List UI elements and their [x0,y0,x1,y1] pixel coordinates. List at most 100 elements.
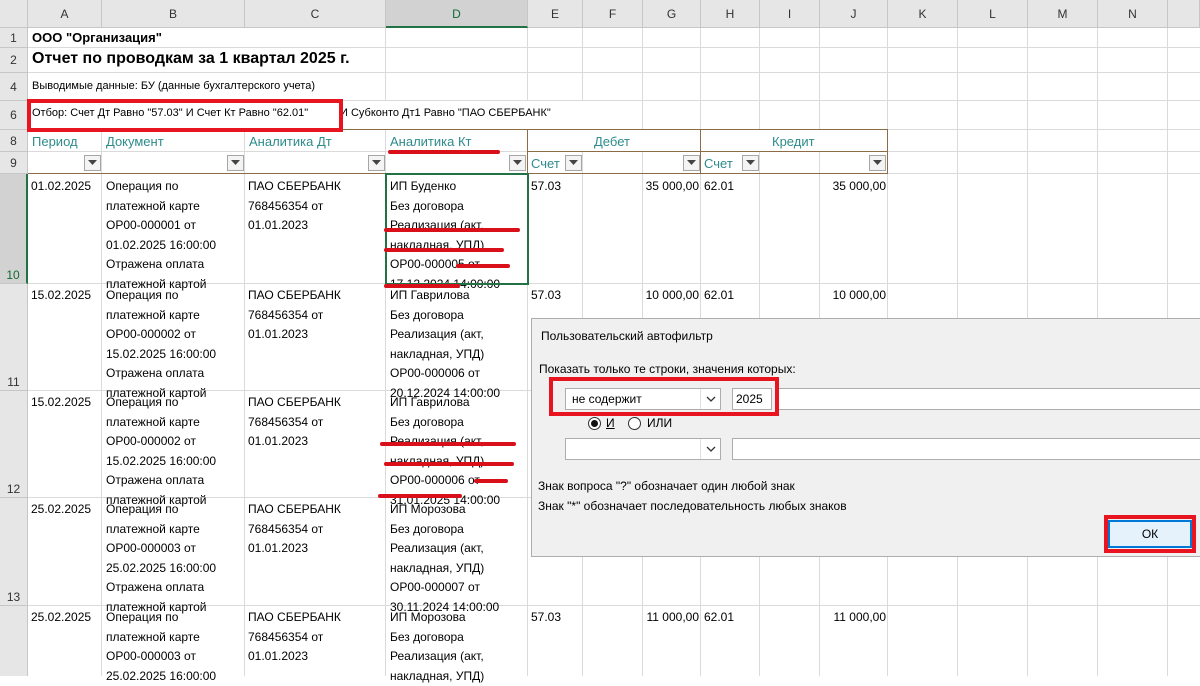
row-header-13[interactable]: 13 [0,498,28,606]
filter-dropdown-analytics-dt[interactable] [368,155,385,171]
filter-dropdown-debit-sum[interactable] [683,155,700,171]
chevron-down-icon [88,160,97,165]
cell-account-dt[interactable]: 57.03 [531,608,561,628]
table-border [887,129,888,174]
column-header-l[interactable]: L [958,0,1028,28]
header-account-kt: Счет [704,156,733,171]
chevron-down-icon [873,160,882,165]
condition1-value-input-extension[interactable] [775,388,1200,410]
cell-credit-sum[interactable]: 11 000,00 [760,608,887,628]
row-header-1[interactable]: 1 [0,28,28,48]
column-header-i[interactable]: I [760,0,820,28]
row-header-12[interactable]: 12 [0,391,28,498]
table-border [528,151,888,152]
annotation-box-filter [27,99,343,132]
row-header-4[interactable]: 4 [0,73,28,101]
annotation-underline [378,494,462,498]
cell-document[interactable]: Операция по платежной карте ОР00-000002 от… [106,393,216,510]
chevron-down-icon[interactable] [700,439,720,459]
cell-analytics-kt[interactable]: ИП Морозова Без договора Реализация (акт, н… [390,500,499,617]
cell-document[interactable]: Операция по платежной карте ОР00-000002 от… [106,286,216,403]
cell-analytics-kt[interactable]: ИП Гаврилова Без договора Реализация (акт,… [390,393,500,510]
row-header-9[interactable]: 9 [0,152,28,174]
header-analytics-dt: Аналитика Дт [249,134,332,149]
cell-account-kt[interactable]: 62.01 [704,177,734,197]
column-header-g[interactable]: G [643,0,701,28]
cell-period[interactable]: 15.02.2025 [31,286,91,306]
row-header-14[interactable] [0,606,28,676]
column-header-d[interactable]: D [386,0,528,28]
cell-debit-sum[interactable]: 35 000,00 [583,177,699,197]
radio-or-label[interactable]: ИЛИ [647,416,672,430]
cell-account-dt[interactable]: 57.03 [531,286,561,306]
cell-document[interactable]: Операция по платежной карте ОР00-000001 от… [106,177,216,294]
chevron-down-icon [687,160,696,165]
row-header-11[interactable]: 11 [0,284,28,391]
column-header-c[interactable]: C [245,0,386,28]
column-header-a[interactable]: A [28,0,102,28]
condition2-value-input[interactable] [732,438,1200,460]
column-header-m[interactable]: M [1028,0,1098,28]
cell-analytics-kt[interactable]: ИП Морозова Без договора Реализация (акт, н… [390,608,484,686]
chevron-down-icon [746,160,755,165]
dialog-prompt: Показать только те строки, значения кото… [539,362,796,376]
cell-credit-sum[interactable]: 35 000,00 [760,177,886,197]
cell-analytics-dt[interactable]: ПАО СБЕРБАНК 768456354 от 01.01.2023 [248,286,341,345]
filter-dropdown-document[interactable] [227,155,244,171]
column-header-f[interactable]: F [583,0,643,28]
filter-condition-subconto: И Субконто Дт1 Равно "ПАО СБЕРБАНК" [340,107,551,119]
chevron-down-icon [231,160,240,165]
cell-debit-sum[interactable]: 11 000,00 [583,608,700,628]
row-header-2[interactable]: 2 [0,48,28,73]
cell-account-kt[interactable]: 62.01 [704,286,734,306]
cell-debit-sum[interactable]: 10 000,00 [583,286,699,306]
cell-period[interactable]: 25.02.2025 [31,500,91,520]
cell-account-kt[interactable]: 62.01 [704,608,734,628]
cell-period[interactable]: 15.02.2025 [31,393,91,413]
header-account-dt: Счет [531,156,560,171]
data-shown-label: Выводимые данные: БУ (данные бухгалтерск… [32,80,315,92]
chevron-down-icon [569,160,578,165]
annotation-underline [380,442,516,446]
column-header-n[interactable]: N [1098,0,1168,28]
annotation-box-ok [1104,515,1196,553]
condition2-operator-select[interactable] [565,438,721,460]
radio-and-label[interactable]: И [606,416,615,430]
row-header-6[interactable]: 6 [0,101,28,130]
radio-and[interactable] [588,417,601,430]
cell-analytics-dt[interactable]: ПАО СБЕРБАНК 768456354 от 01.01.2023 [248,393,341,452]
cell-analytics-dt[interactable]: ПАО СБЕРБАНК 768456354 от 01.01.2023 [248,177,341,236]
cell-credit-sum[interactable]: 10 000,00 [760,286,886,306]
column-header-o[interactable] [1168,0,1200,28]
row-header-8[interactable]: 8 [0,130,28,152]
hint-asterisk: Знак "*" обозначает последовательность л… [538,499,847,513]
row-header-10[interactable]: 10 [0,174,28,284]
filter-dropdown-period[interactable] [84,155,101,171]
cell-analytics-dt[interactable]: ПАО СБЕРБАНК 768456354 от 01.01.2023 [248,608,341,667]
column-header-j[interactable]: J [820,0,888,28]
column-header-b[interactable]: B [102,0,245,28]
select-all-corner[interactable] [0,0,28,28]
org-name: ООО "Организация" [32,30,162,45]
annotation-underline [384,228,520,232]
annotation-underline [384,462,514,466]
annotation-underline [474,479,508,483]
cell-analytics-dt[interactable]: ПАО СБЕРБАНК 768456354 от 01.01.2023 [248,500,341,559]
cell-analytics-kt[interactable]: ИП Гаврилова Без договора Реализация (акт,… [390,286,500,403]
radio-or[interactable] [628,417,641,430]
filter-dropdown-credit-sum[interactable] [869,155,886,171]
report-title: Отчет по проводкам за 1 квартал 2025 г. [32,50,350,67]
annotation-underline [384,248,504,252]
column-header-h[interactable]: H [701,0,760,28]
cell-account-dt[interactable]: 57.03 [531,177,561,197]
filter-dropdown-account-kt[interactable] [742,155,759,171]
header-document: Документ [106,134,164,149]
filter-dropdown-analytics-kt[interactable] [509,155,526,171]
cell-period[interactable]: 01.02.2025 [31,177,91,197]
column-header-k[interactable]: K [888,0,958,28]
cell-document[interactable]: Операция по платежной карте ОР00-000003 от… [106,500,216,617]
column-header-e[interactable]: E [528,0,583,28]
cell-document[interactable]: Операция по платежной карте ОР00-000003 от… [106,608,216,686]
cell-period[interactable]: 25.02.2025 [31,608,91,628]
filter-dropdown-account-dt[interactable] [565,155,582,171]
